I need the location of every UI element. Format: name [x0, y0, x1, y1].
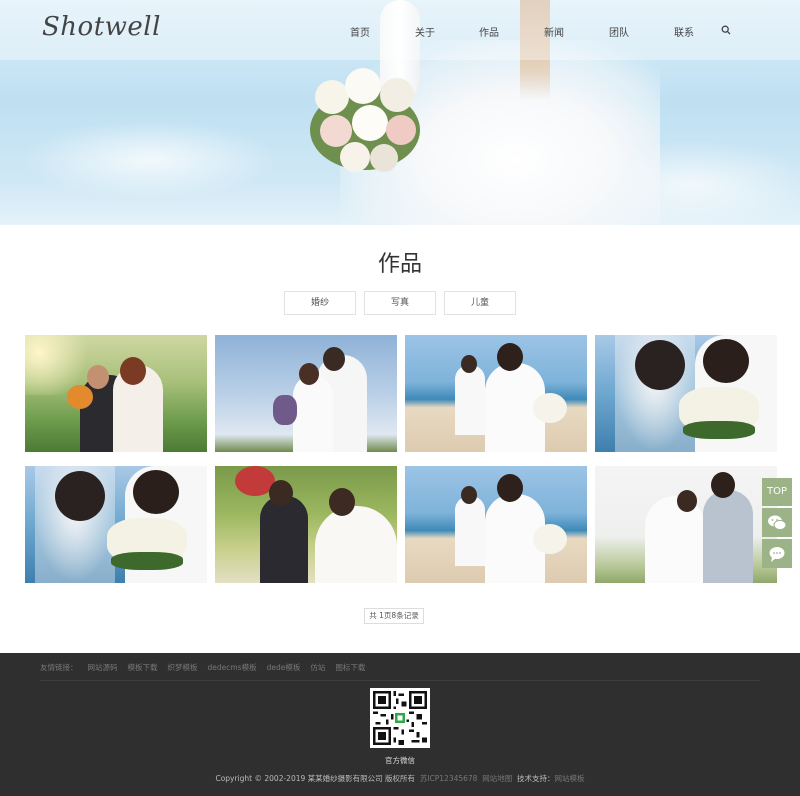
gallery-item[interactable] — [405, 335, 587, 452]
qr-caption: 官方微信 — [385, 756, 415, 765]
tab-portrait[interactable]: 写真 — [364, 291, 436, 315]
gallery-item[interactable] — [405, 466, 587, 583]
friend-links: 友情链接： 网站源码 模板下载 织梦模板 dedecms模板 dede模板 仿站 图标下载 — [40, 662, 375, 673]
gallery-item[interactable] — [25, 335, 207, 452]
nav-home[interactable]: 首页 — [350, 24, 370, 39]
friend-link[interactable]: 网站源码 — [88, 663, 118, 672]
tab-children[interactable]: 儿童 — [444, 291, 516, 315]
friend-link[interactable]: 仿站 — [310, 663, 325, 672]
sitemap-link[interactable]: 网站地图 — [482, 774, 512, 783]
nav-about[interactable]: 关于 — [415, 24, 435, 39]
message-icon — [769, 547, 785, 562]
friend-link[interactable]: 模板下载 — [128, 663, 158, 672]
nav-team[interactable]: 团队 — [609, 24, 629, 39]
search-icon[interactable] — [721, 25, 731, 35]
nav-news[interactable]: 新闻 — [544, 24, 564, 39]
wechat-button[interactable] — [762, 508, 792, 537]
copyright-line: Copyright © 2002-2019 某某婚纱摄影有限公司 版权所有 苏I… — [0, 773, 800, 784]
gallery-item[interactable] — [215, 466, 397, 583]
gallery-item[interactable] — [595, 466, 777, 583]
qr-code-icon — [373, 691, 427, 745]
friend-links-label: 友情链接： — [40, 663, 78, 672]
back-to-top-button[interactable]: TOP — [762, 478, 792, 506]
site-header: Shotwell 首页 关于 作品 新闻 团队 联系 — [0, 0, 800, 60]
footer-divider — [40, 680, 760, 681]
icp-number[interactable]: 苏ICP12345678 — [420, 774, 478, 783]
friend-link[interactable]: dede模板 — [267, 663, 301, 672]
gallery-item[interactable] — [25, 466, 207, 583]
wechat-qr-code — [370, 688, 430, 748]
friend-link[interactable]: dedecms模板 — [208, 663, 257, 672]
wechat-icon — [768, 515, 787, 531]
tab-wedding[interactable]: 婚纱 — [284, 291, 356, 315]
nav-works[interactable]: 作品 — [479, 24, 499, 39]
tech-support-label: 技术支持： — [517, 774, 555, 783]
nav-contact[interactable]: 联系 — [674, 24, 694, 39]
gallery-item[interactable] — [595, 335, 777, 452]
friend-link[interactable]: 图标下载 — [335, 663, 365, 672]
copyright-text: Copyright © 2002-2019 某某婚纱摄影有限公司 版权所有 — [215, 774, 416, 783]
site-footer: 友情链接： 网站源码 模板下载 织梦模板 dedecms模板 dede模板 仿站 图标下载 官… — [0, 653, 800, 796]
tech-support-link[interactable]: 网站模板 — [555, 774, 585, 783]
bouquet-image — [300, 60, 430, 190]
cloud — [20, 120, 280, 200]
gallery-item[interactable] — [215, 335, 397, 452]
message-button[interactable] — [762, 539, 792, 568]
section-title: 作品 — [377, 252, 422, 277]
friend-link[interactable]: 织梦模板 — [168, 663, 198, 672]
main-nav: 首页 关于 作品 新闻 团队 联系 — [0, 24, 800, 39]
pagination-info: 共 1页8条记录 — [364, 608, 424, 624]
